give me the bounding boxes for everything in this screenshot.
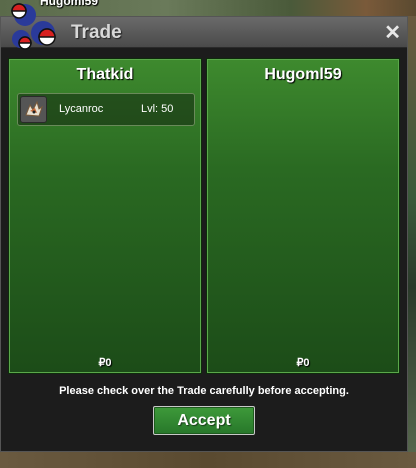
- trade-item-row[interactable]: Lycanroc Lvl: 50: [17, 93, 195, 126]
- trade-notice-text: Please check over the Trade carefully be…: [59, 385, 349, 397]
- trader-name-left: Thatkid: [76, 66, 134, 83]
- trade-panel-right: Hugoml59 ₽0: [206, 58, 400, 374]
- accept-button[interactable]: Accept: [153, 406, 255, 435]
- money-amount-left: ₽0: [98, 357, 112, 369]
- trade-panel-left: Thatkid Lycanroc Lvl: 50 ₽0: [8, 58, 202, 374]
- item-name: Lycanroc: [59, 103, 104, 115]
- window-title: Trade: [71, 22, 122, 43]
- trade-window: Trade ✕ Thatkid Lycanroc Lvl: 50 ₽0 Hugo…: [0, 3, 408, 452]
- close-icon[interactable]: ✕: [384, 20, 401, 45]
- trader-name-right: Hugoml59: [264, 66, 342, 83]
- game-background-right: [408, 16, 416, 468]
- lycanroc-icon: [20, 96, 47, 123]
- game-background-bottom: [0, 452, 416, 468]
- item-level: Lvl: 50: [141, 103, 174, 115]
- money-amount-right: ₽0: [296, 357, 310, 369]
- pokeball-logo-icon: [11, 3, 56, 50]
